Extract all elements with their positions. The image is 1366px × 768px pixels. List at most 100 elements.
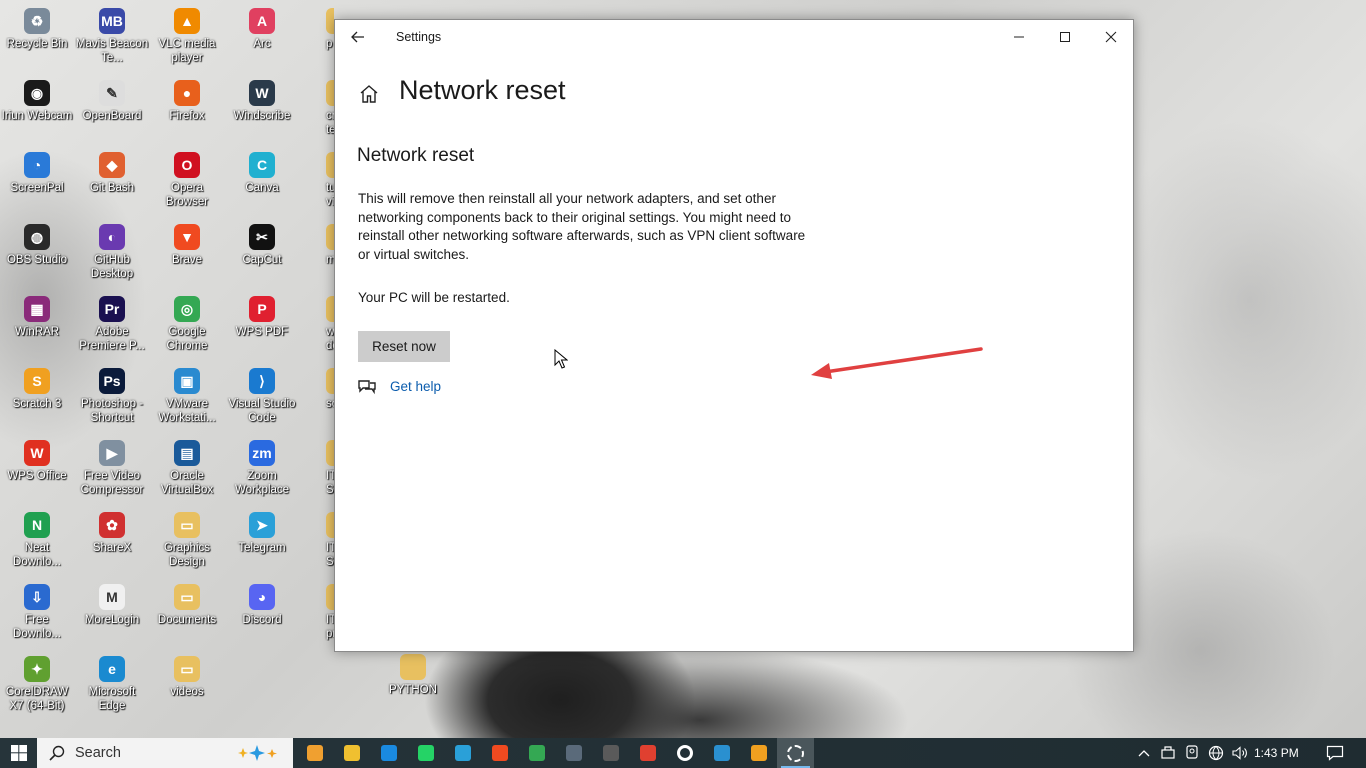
desktop-icon[interactable]: ◆ Git Bash <box>75 148 149 195</box>
desktop-icon-partial[interactable]: w devlo <box>300 292 334 353</box>
app-icon: ▲ <box>174 8 200 34</box>
desktop-icon[interactable]: Pr Adobe Premiere P... <box>75 292 149 353</box>
desktop-icon-partial[interactable]: IT pr <box>300 580 334 641</box>
desktop-icon-partial[interactable]: PYTHON <box>376 650 450 697</box>
desktop-icon-label: WinRAR <box>14 326 60 338</box>
tray-camera-icon[interactable] <box>1181 738 1203 768</box>
desktop-icon[interactable]: ▤ Oracle VirtualBox <box>150 436 224 497</box>
desktop-icon-label: WPS PDF <box>235 326 289 338</box>
desktop-icon[interactable]: e Microsoft Edge <box>75 652 149 713</box>
desktop-icon[interactable]: ♻ Recycle Bin <box>0 4 74 51</box>
tray-volume-icon[interactable] <box>1229 738 1251 768</box>
desktop-icon-partial[interactable]: p <box>300 4 334 51</box>
desktop-icon[interactable]: ⇩ Free Downlo... <box>0 580 74 641</box>
app-icon: Pr <box>99 296 125 322</box>
show-hidden-icons-button[interactable] <box>1134 738 1154 768</box>
gem-app-icon <box>306 745 323 761</box>
app-icon: ◔ <box>24 152 50 178</box>
taskbar-search-box[interactable]: Search <box>37 738 293 768</box>
back-button[interactable] <box>343 24 373 50</box>
desktop-icon[interactable]: C Canva <box>225 148 299 195</box>
desktop-icon[interactable]: ▼ Brave <box>150 220 224 267</box>
taskbar-app-button[interactable] <box>444 738 481 768</box>
app-icon: ▼ <box>174 224 200 250</box>
get-help-link[interactable]: Get help <box>390 379 441 394</box>
desktop-icon[interactable]: N Neat Downlo... <box>0 508 74 569</box>
taskbar-app-button[interactable] <box>296 738 333 768</box>
taskbar-clock[interactable]: 1:43 PM <box>1254 738 1299 768</box>
title-bar[interactable]: Settings <box>335 20 1133 54</box>
folder-icon <box>400 654 426 680</box>
desktop-icon[interactable]: zm Zoom Workplace <box>225 436 299 497</box>
close-button[interactable] <box>1088 20 1134 54</box>
app-icon: A <box>249 8 275 34</box>
desktop-icon-partial[interactable]: IT SU <box>300 508 334 569</box>
taskbar-app-button[interactable] <box>629 738 666 768</box>
desktop-icon-partial[interactable]: mo <box>300 220 334 267</box>
desktop-icon-partial[interactable]: cr teac <box>300 76 334 137</box>
action-center-button[interactable] <box>1318 738 1352 768</box>
tray-device-icon[interactable] <box>1157 738 1179 768</box>
taskbar-app-button[interactable] <box>666 738 703 768</box>
desktop-icon[interactable]: ▲ VLC media player <box>150 4 224 65</box>
desktop-icon[interactable]: ➤ Telegram <box>225 508 299 555</box>
app-icon: ✎ <box>99 80 125 106</box>
desktop-icon[interactable]: ✎ OpenBoard <box>75 76 149 123</box>
desktop-icon[interactable]: ⟩ Visual Studio Code <box>225 364 299 425</box>
desktop-icon[interactable]: ▭ videos <box>150 652 224 699</box>
close-icon <box>1105 31 1117 43</box>
desktop-icon-label: VLC media player <box>158 38 216 64</box>
desktop-icon[interactable]: A Arc <box>225 4 299 51</box>
desktop-icon[interactable]: P WPS PDF <box>225 292 299 339</box>
taskbar-app-button[interactable] <box>333 738 370 768</box>
desktop-icon[interactable]: ✂ CapCut <box>225 220 299 267</box>
desktop-icon-label: MoreLogin <box>84 614 140 626</box>
settings-window: Settings Network reset Network reset Thi… <box>334 19 1134 652</box>
desktop-icon[interactable]: ◉ Iriun Webcam <box>0 76 74 123</box>
desktop-icon[interactable]: ▭ Graphics Design <box>150 508 224 569</box>
app-icon: ⟩ <box>249 368 275 394</box>
taskbar-app-button[interactable] <box>703 738 740 768</box>
taskbar-app-button[interactable] <box>777 738 814 768</box>
taskbar-app-button[interactable] <box>481 738 518 768</box>
desktop-icon[interactable]: S Scratch 3 <box>0 364 74 411</box>
taskbar-app-button[interactable] <box>555 738 592 768</box>
folder-icon <box>326 296 334 322</box>
desktop-icon[interactable]: M MoreLogin <box>75 580 149 627</box>
desktop-icon[interactable]: ✦ CorelDRAW X7 (64-Bit) <box>0 652 74 713</box>
desktop-icon[interactable]: ◕ Discord <box>225 580 299 627</box>
desktop-icon[interactable]: ▦ WinRAR <box>0 292 74 339</box>
app-icon: ⇩ <box>24 584 50 610</box>
desktop-icon[interactable]: ▣ VMware Workstati... <box>150 364 224 425</box>
desktop-icon[interactable]: ◔ ScreenPal <box>0 148 74 195</box>
taskbar-app-button[interactable] <box>407 738 444 768</box>
desktop-icon[interactable]: ✿ ShareX <box>75 508 149 555</box>
home-icon[interactable] <box>357 82 381 106</box>
desktop-icon[interactable]: ◍ OBS Studio <box>0 220 74 267</box>
desktop-icon[interactable]: ◐ GitHub Desktop <box>75 220 149 281</box>
desktop-icon-partial[interactable]: soft <box>300 364 334 411</box>
taskbar-app-button[interactable] <box>370 738 407 768</box>
start-button[interactable] <box>0 738 37 768</box>
minimize-button[interactable] <box>996 20 1042 54</box>
desktop-icon[interactable]: ▭ Documents <box>150 580 224 627</box>
desktop-icon[interactable]: ● Firefox <box>150 76 224 123</box>
taskbar-app-button[interactable] <box>740 738 777 768</box>
desktop-icon[interactable]: W Windscribe <box>225 76 299 123</box>
app-icon: ◕ <box>249 584 275 610</box>
desktop-icon-label: Free Video Compressor <box>80 470 144 496</box>
desktop-icon[interactable]: Ps Photoshop - Shortcut <box>75 364 149 425</box>
desktop-icon-label: Neat Downlo... <box>13 542 61 568</box>
desktop-icon[interactable]: O Opera Browser <box>150 148 224 209</box>
desktop-icon[interactable]: MB Mavis Beacon Te... <box>75 4 149 65</box>
tray-network-icon[interactable] <box>1205 738 1227 768</box>
taskbar-app-button[interactable] <box>592 738 629 768</box>
desktop-icon-partial[interactable]: IT Su <box>300 436 334 497</box>
taskbar-app-button[interactable] <box>518 738 555 768</box>
desktop-icon[interactable]: ◎ Google Chrome <box>150 292 224 353</box>
desktop-icon[interactable]: ▶ Free Video Compressor <box>75 436 149 497</box>
maximize-button[interactable] <box>1042 20 1088 54</box>
desktop-icon[interactable]: W WPS Office <box>0 436 74 483</box>
desktop-icon-partial[interactable]: tut vid <box>300 148 334 209</box>
reset-now-button[interactable]: Reset now <box>358 331 450 362</box>
